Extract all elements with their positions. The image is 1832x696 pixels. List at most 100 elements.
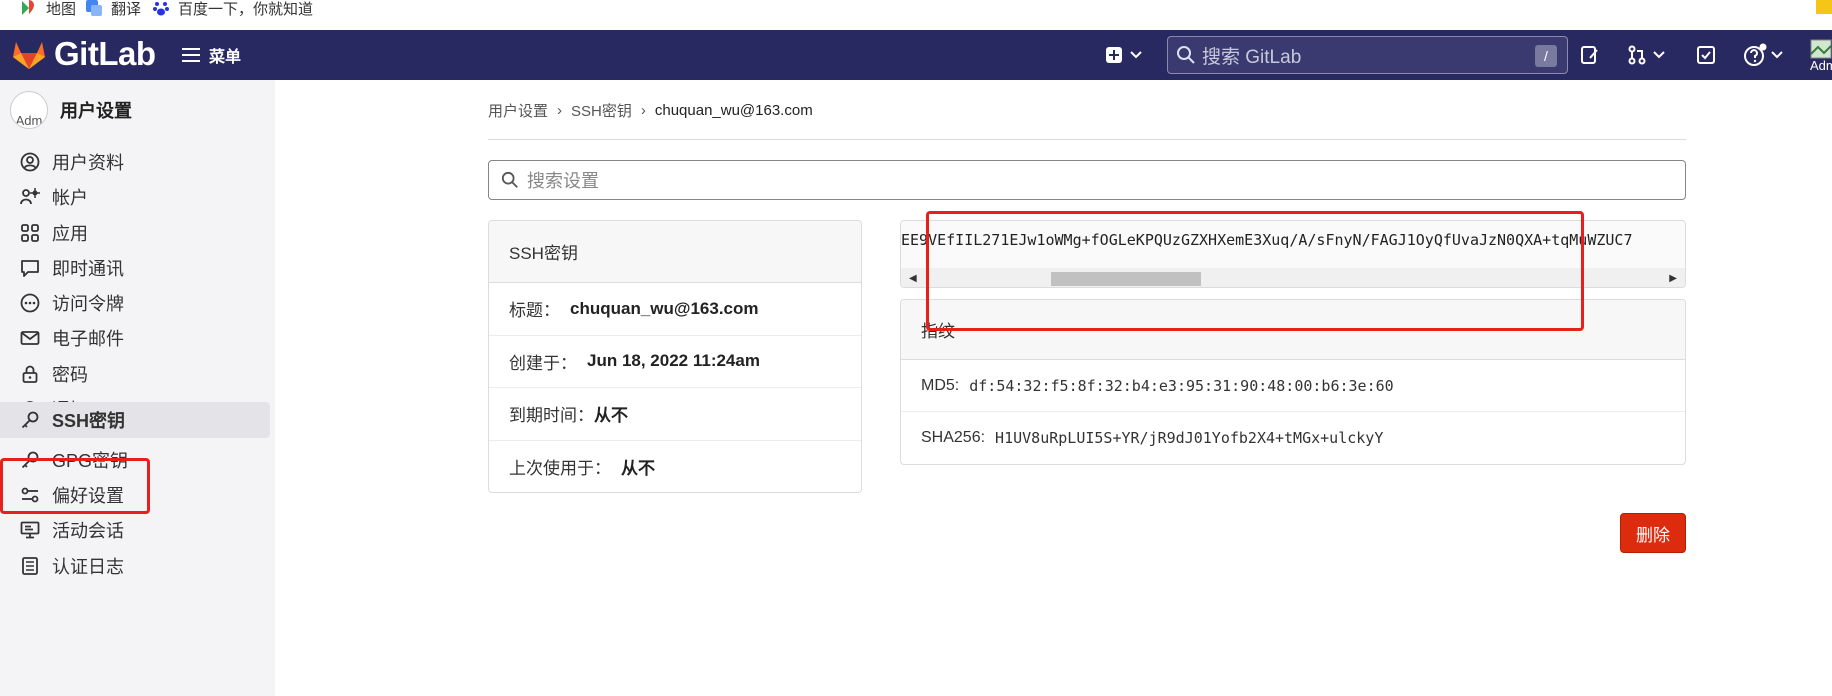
breadcrumb-item[interactable]: SSH密钥: [571, 100, 632, 121]
horizontal-scrollbar[interactable]: ◀ ▶: [901, 268, 1685, 287]
delete-button[interactable]: 删除: [1620, 513, 1686, 553]
chevron-down-icon: [1771, 51, 1783, 59]
merge-requests-dropdown[interactable]: [1626, 43, 1666, 67]
key-icon: [21, 411, 39, 429]
sidebar-item-label: 用户资料: [52, 153, 124, 173]
sidebar-item-label: 电子邮件: [52, 329, 124, 349]
sidebar-item-label: GPG密钥: [52, 451, 129, 471]
log-icon: [22, 557, 38, 575]
key-expires-row: 到期时间： 从不: [489, 388, 861, 441]
todos-button[interactable]: [1694, 43, 1718, 67]
bookmark-label: 地图: [46, 0, 77, 18]
applications-icon: [21, 224, 39, 242]
mail-icon: [20, 331, 40, 345]
sidebar-item-label: 活动会话: [52, 521, 124, 541]
scroll-left-arrow-icon[interactable]: ◀: [909, 273, 917, 284]
row-value: Jun 18, 2022 11:24am: [587, 351, 760, 371]
breadcrumb: 用户设置 › SSH密钥 › chuquan_wu@163.com: [488, 100, 813, 120]
ssh-public-key[interactable]: EE9VEfIIL271EJw1oWMg+fOGLeKPQUzGZXHXemE3…: [901, 231, 1633, 249]
sidebar-item-label: 即时通讯: [52, 259, 124, 279]
avatar-alt-text: Adm: [15, 113, 43, 128]
account-icon: [20, 188, 40, 205]
plus-square-icon: [1106, 47, 1122, 63]
sidebar-item-profile[interactable]: 用户资料: [0, 142, 270, 182]
ssh-key-text-box[interactable]: EE9VEfIIL271EJw1oWMg+fOGLeKPQUzGZXHXemE3…: [900, 220, 1686, 288]
fingerprint-value: H1UV8uRpLUI5S+YR/jR9dJ01Yofb2X4+tMGx+ulc…: [995, 429, 1384, 447]
fingerprint-label: MD5:: [921, 376, 960, 394]
bookmarks-bar: 地图 翻译 百度一下，你就知道: [0, 0, 1832, 30]
bookmark-label: 翻译: [111, 0, 142, 18]
gitlab-logo[interactable]: GitLab: [12, 34, 156, 74]
search-icon: [501, 171, 518, 188]
breadcrumb-item[interactable]: 用户设置: [488, 100, 548, 121]
sidebar-item-label: 认证日志: [52, 557, 124, 577]
sidebar-header[interactable]: Adm 用户设置: [10, 90, 132, 130]
issues-button[interactable]: [1578, 43, 1602, 67]
hamburger-icon: [182, 48, 200, 62]
row-value: 从不: [621, 459, 655, 479]
key-title-row: 标题： chuquan_wu@163.com: [489, 283, 861, 336]
chevron-right-icon: ›: [640, 101, 646, 119]
search-placeholder: 搜索 GitLab: [1202, 46, 1302, 68]
sidebar-item-applications[interactable]: 应用: [0, 213, 270, 253]
row-label: 标题：: [509, 301, 560, 321]
menu-button[interactable]: 菜单: [182, 42, 241, 68]
sidebar-item-preferences[interactable]: 偏好设置: [0, 475, 270, 515]
row-value: 从不: [594, 406, 628, 426]
merge-request-icon: [1628, 45, 1646, 65]
scrollbar-thumb[interactable]: [1051, 272, 1201, 286]
profile-icon: [20, 152, 40, 172]
todo-checkbox-icon: [1697, 46, 1715, 64]
new-dropdown[interactable]: [1105, 44, 1143, 66]
bookmark-maps[interactable]: 地图: [20, 0, 77, 18]
help-question-icon: [1744, 43, 1767, 66]
sidebar-item-account[interactable]: 帐户: [0, 177, 270, 217]
sidebar-item-authentication-log[interactable]: 认证日志: [0, 546, 270, 586]
settings-search-placeholder: 搜索设置: [527, 171, 599, 191]
bookmark-folder-icon[interactable]: [1816, 0, 1832, 14]
search-shortcut-badge: /: [1535, 45, 1557, 67]
user-avatar-alt: Adm: [1810, 58, 1832, 73]
settings-search-input[interactable]: 搜索设置: [488, 160, 1686, 200]
sidebar-item-active-sessions[interactable]: 活动会话: [0, 510, 270, 550]
fingerprint-label: SHA256:: [921, 429, 986, 446]
row-label: 创建于：: [509, 353, 577, 373]
ssh-key-details-card: SSH密钥 标题： chuquan_wu@163.com 创建于： Jun 18…: [488, 220, 862, 493]
avatar: Adm: [10, 91, 48, 129]
preferences-icon: [21, 487, 39, 503]
sidebar-item-label: 应用: [52, 224, 88, 244]
sidebar-item-label: 偏好设置: [52, 486, 124, 506]
divider: [488, 139, 1686, 140]
broken-image-icon: [1810, 39, 1832, 59]
global-search[interactable]: 搜索 GitLab /: [1167, 36, 1568, 74]
row-label: 上次使用于：: [509, 459, 611, 479]
lock-icon: [22, 365, 38, 383]
sidebar-item-chat[interactable]: 即时通讯: [0, 248, 270, 288]
issues-icon: [1581, 46, 1598, 64]
row-value: chuquan_wu@163.com: [570, 298, 759, 318]
sidebar-item-label: 密码: [52, 365, 88, 385]
translate-icon: [86, 0, 102, 16]
help-dropdown[interactable]: [1740, 42, 1786, 68]
md5-fingerprint-row: MD5: df:54:32:f5:8f:32:b4:e3:95:31:90:48…: [901, 360, 1685, 412]
sidebar-item-gpg-keys[interactable]: GPG密钥: [0, 440, 270, 480]
key-created-row: 创建于： Jun 18, 2022 11:24am: [489, 336, 861, 388]
sidebar-item-access-tokens[interactable]: 访问令牌: [0, 283, 270, 323]
user-avatar-button[interactable]: Adm: [1810, 36, 1832, 76]
sidebar-title: 用户设置: [60, 101, 132, 121]
bookmark-label: 百度一下，你就知道: [178, 0, 314, 18]
menu-label: 菜单: [209, 49, 242, 66]
key-last-used-row: 上次使用于： 从不: [489, 441, 861, 493]
bookmark-baidu[interactable]: 百度一下，你就知道: [152, 0, 314, 18]
bookmark-translate[interactable]: 翻译: [85, 0, 142, 18]
sidebar-item-password[interactable]: 密码: [0, 354, 270, 394]
card-header: SSH密钥: [489, 221, 861, 283]
sidebar-item-ssh-keys[interactable]: SSH密钥: [0, 402, 270, 438]
baidu-paw-icon: [153, 2, 169, 16]
settings-sidebar: Adm 用户设置 用户资料 帐户 应用 即时通讯 访问令牌 电子邮件 密码 通知…: [0, 80, 275, 696]
scroll-right-arrow-icon[interactable]: ▶: [1669, 273, 1677, 284]
sidebar-item-emails[interactable]: 电子邮件: [0, 318, 270, 358]
card-header: 指纹: [901, 300, 1685, 360]
breadcrumb-current[interactable]: chuquan_wu@163.com: [655, 102, 813, 119]
key-icon: [21, 451, 39, 469]
